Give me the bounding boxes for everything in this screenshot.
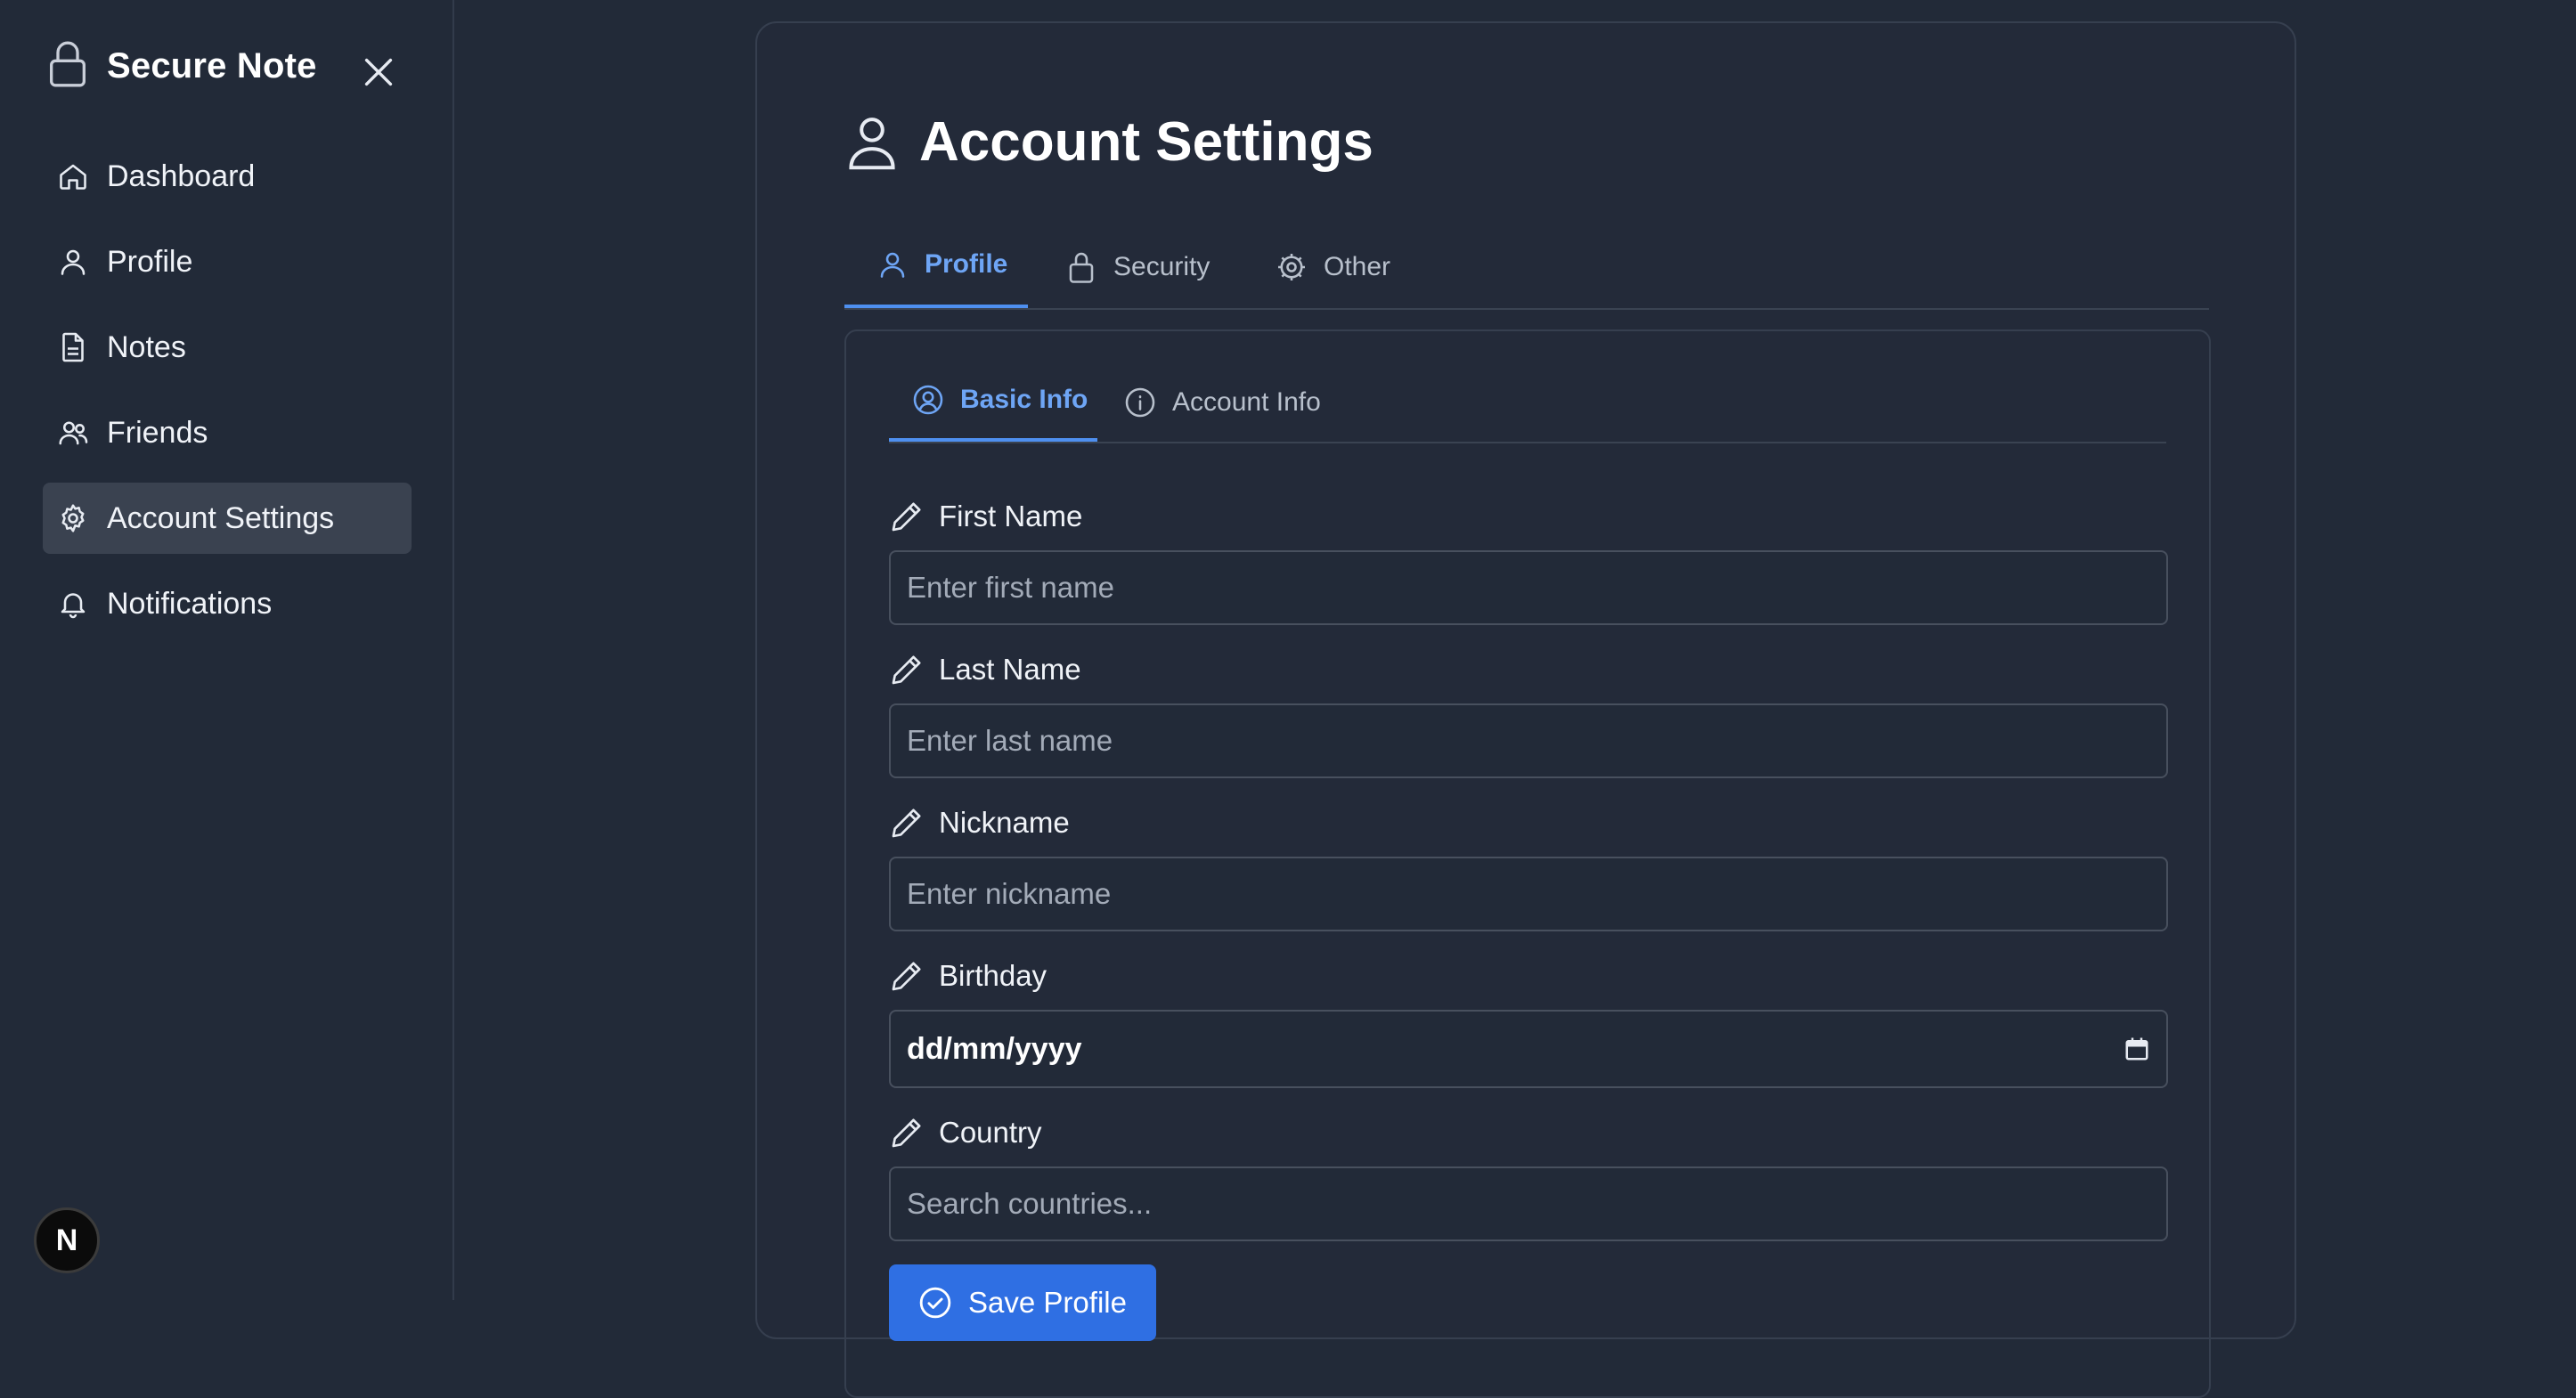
pencil-icon (892, 809, 921, 838)
user-icon (849, 117, 895, 169)
save-profile-button[interactable]: Save Profile (889, 1264, 1156, 1341)
birthday-field: Birthday dd/mm/yyyy (889, 956, 2168, 1088)
close-icon (364, 58, 393, 86)
tab-label: Other (1324, 252, 1391, 281)
sidebar-item-dashboard[interactable]: Dashboard (43, 141, 412, 212)
last-name-field: Last Name (889, 650, 2168, 778)
tab-other[interactable]: Other (1276, 224, 1390, 310)
save-profile-label: Save Profile (968, 1286, 1127, 1319)
profile-subtabs: Basic Info Account Info (889, 362, 2166, 443)
first-name-label: First Name (889, 497, 2168, 536)
settings-card: Account Settings Profile Security Other (755, 21, 2296, 1398)
sidebar-item-label: Account Settings (107, 500, 335, 535)
sidebar-item-label: Notifications (107, 586, 273, 621)
cog-icon (1278, 254, 1305, 280)
sidebar: Secure Note Dashboard Profile Notes Frie… (0, 0, 454, 1300)
nickname-field: Nickname (889, 803, 2168, 931)
country-label: Country (889, 1113, 2168, 1152)
tab-label: Basic Info (960, 385, 1088, 414)
sidebar-item-label: Profile (107, 244, 193, 279)
user-icon (61, 249, 86, 275)
avatar-letter: N (55, 1223, 78, 1257)
birthday-date-input[interactable]: dd/mm/yyyy (889, 1010, 2168, 1088)
birthday-value: dd/mm/yyyy (907, 1031, 1082, 1066)
home-icon (60, 164, 86, 190)
tab-label: Security (1113, 252, 1211, 281)
tab-label: Account Info (1172, 387, 1321, 417)
file-text-icon (62, 332, 84, 362)
pencil-icon (892, 1118, 921, 1148)
tab-account-info[interactable]: Account Info (1124, 362, 1321, 443)
page-title: Account Settings (919, 111, 1374, 173)
field-label-text: Nickname (939, 806, 1070, 839)
sidebar-item-label: Friends (107, 415, 208, 450)
pencil-icon (892, 502, 921, 532)
tab-profile[interactable]: Profile (844, 224, 1028, 308)
last-name-input[interactable] (889, 703, 2168, 778)
tab-security[interactable]: Security (1065, 224, 1210, 310)
close-sidebar-button[interactable] (358, 52, 399, 93)
first-name-input[interactable] (889, 550, 2168, 625)
avatar[interactable]: N (34, 1207, 100, 1273)
user-circle-icon (913, 385, 943, 415)
sidebar-nav: Dashboard Profile Notes Friends Account … (43, 141, 412, 654)
sidebar-item-notifications[interactable]: Notifications (43, 568, 412, 639)
sidebar-item-account-settings[interactable]: Account Settings (43, 483, 412, 554)
users-icon (59, 421, 88, 445)
gear-icon (61, 504, 85, 532)
pencil-icon (892, 962, 921, 991)
field-label-text: Last Name (939, 653, 1081, 686)
calendar-icon[interactable] (2124, 1036, 2150, 1062)
page-header: Account Settings (846, 110, 1374, 174)
nickname-label: Nickname (889, 803, 2168, 842)
sidebar-item-friends[interactable]: Friends (43, 397, 412, 468)
first-name-field: First Name (889, 497, 2168, 625)
nickname-input[interactable] (889, 857, 2168, 931)
brand: Secure Note (48, 39, 317, 93)
sidebar-item-label: Dashboard (107, 158, 256, 193)
tab-basic-info[interactable]: Basic Info (889, 362, 1097, 442)
lock-icon (1069, 252, 1094, 283)
check-circle-icon (919, 1287, 951, 1319)
country-search-input[interactable] (889, 1166, 2168, 1241)
info-icon (1125, 387, 1155, 418)
sidebar-item-notes[interactable]: Notes (43, 312, 412, 383)
field-label-text: Country (939, 1116, 1042, 1149)
birthday-label: Birthday (889, 956, 2168, 996)
field-label-text: First Name (939, 500, 1083, 532)
lock-icon (48, 39, 87, 93)
last-name-label: Last Name (889, 650, 2168, 689)
tab-label: Profile (925, 249, 1008, 279)
user-icon (880, 252, 905, 278)
sidebar-item-label: Notes (107, 329, 186, 364)
bell-icon (61, 593, 86, 619)
country-field: Country (889, 1113, 2168, 1241)
pencil-icon (892, 655, 921, 685)
settings-tabs: Profile Security Other (844, 224, 2209, 310)
profile-panel: Basic Info Account Info First Name Enter… (844, 329, 2211, 1398)
brand-title: Secure Note (107, 46, 317, 85)
sidebar-item-profile[interactable]: Profile (43, 226, 412, 297)
field-label-text: Birthday (939, 959, 1048, 992)
